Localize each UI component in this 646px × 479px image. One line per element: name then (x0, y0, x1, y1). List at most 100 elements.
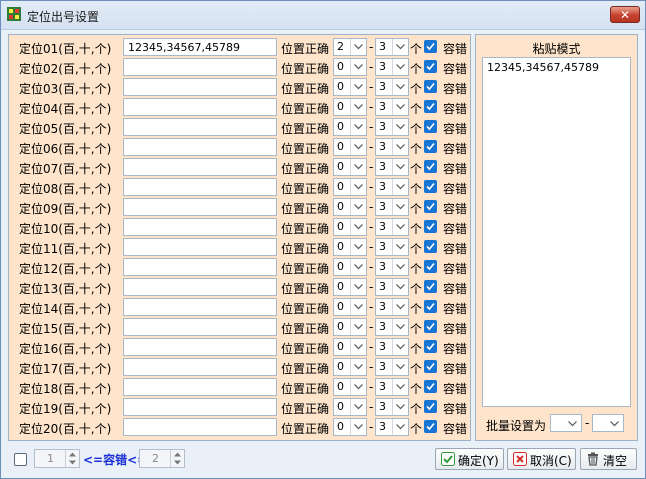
batch-min-select[interactable] (550, 414, 582, 432)
tolerance-checkbox[interactable] (424, 260, 437, 273)
tolerance-checkbox[interactable] (424, 360, 437, 373)
tolerance-max-spinner[interactable]: 2 (139, 449, 185, 468)
max-correct-select[interactable]: 3 (375, 138, 409, 156)
dropdown-arrow[interactable] (350, 399, 366, 415)
tolerance-checkbox[interactable] (424, 240, 437, 253)
clear-button[interactable]: 清空 (580, 448, 637, 470)
ok-button[interactable]: 确定(Y) (435, 448, 504, 470)
dropdown-arrow[interactable] (392, 359, 408, 375)
max-correct-select[interactable]: 3 (375, 178, 409, 196)
min-correct-select[interactable]: 0 (333, 418, 367, 436)
max-correct-select[interactable]: 3 (375, 398, 409, 416)
min-correct-select[interactable]: 0 (333, 198, 367, 216)
position-numbers-input[interactable] (123, 158, 277, 176)
min-correct-select[interactable]: 0 (333, 78, 367, 96)
position-numbers-input[interactable] (123, 238, 277, 256)
dropdown-arrow[interactable] (350, 79, 366, 95)
min-correct-select[interactable]: 0 (333, 58, 367, 76)
position-numbers-input[interactable]: 12345,34567,45789 (123, 38, 277, 56)
tolerance-min-spinner[interactable]: 1 (34, 449, 80, 468)
min-correct-select[interactable]: 0 (333, 158, 367, 176)
tolerance-checkbox[interactable] (424, 400, 437, 413)
max-correct-select[interactable]: 3 (375, 298, 409, 316)
tolerance-checkbox[interactable] (424, 60, 437, 73)
tolerance-checkbox[interactable] (424, 420, 437, 433)
min-correct-select[interactable]: 0 (333, 298, 367, 316)
position-numbers-input[interactable] (123, 118, 277, 136)
position-numbers-input[interactable] (123, 218, 277, 236)
tolerance-checkbox[interactable] (424, 280, 437, 293)
dropdown-arrow[interactable] (350, 319, 366, 335)
dropdown-arrow[interactable] (392, 299, 408, 315)
dropdown-arrow[interactable] (392, 239, 408, 255)
min-correct-select[interactable]: 0 (333, 238, 367, 256)
min-correct-select[interactable]: 0 (333, 278, 367, 296)
tolerance-checkbox[interactable] (424, 380, 437, 393)
batch-max-select[interactable] (592, 414, 624, 432)
max-correct-select[interactable]: 3 (375, 58, 409, 76)
min-correct-select[interactable]: 0 (333, 398, 367, 416)
dropdown-arrow[interactable] (350, 39, 366, 55)
title-bar[interactable]: 定位出号设置 ✕ (1, 1, 645, 30)
min-correct-select[interactable]: 0 (333, 358, 367, 376)
dropdown-arrow[interactable] (350, 279, 366, 295)
dropdown-arrow[interactable] (350, 139, 366, 155)
max-correct-select[interactable]: 3 (375, 238, 409, 256)
position-numbers-input[interactable] (123, 78, 277, 96)
tolerance-checkbox[interactable] (424, 180, 437, 193)
min-correct-select[interactable]: 0 (333, 378, 367, 396)
max-correct-select[interactable]: 3 (375, 218, 409, 236)
dropdown-arrow[interactable] (350, 99, 366, 115)
max-correct-select[interactable]: 3 (375, 78, 409, 96)
dropdown-arrow[interactable] (350, 379, 366, 395)
dropdown-arrow[interactable] (392, 179, 408, 195)
max-correct-select[interactable]: 3 (375, 258, 409, 276)
dropdown-arrow[interactable] (392, 339, 408, 355)
dropdown-arrow[interactable] (350, 339, 366, 355)
dropdown-arrow[interactable] (350, 419, 366, 435)
dropdown-arrow[interactable] (392, 59, 408, 75)
tolerance-checkbox[interactable] (424, 300, 437, 313)
dropdown-arrow[interactable] (350, 299, 366, 315)
min-correct-select[interactable]: 0 (333, 118, 367, 136)
dropdown-arrow[interactable] (392, 219, 408, 235)
min-correct-select[interactable]: 0 (333, 178, 367, 196)
dropdown-arrow[interactable] (350, 219, 366, 235)
dropdown-arrow[interactable] (350, 239, 366, 255)
max-correct-select[interactable]: 3 (375, 358, 409, 376)
max-correct-select[interactable]: 3 (375, 278, 409, 296)
dropdown-arrow[interactable] (392, 199, 408, 215)
position-numbers-input[interactable] (123, 378, 277, 396)
close-button[interactable]: ✕ (610, 6, 640, 23)
max-correct-select[interactable]: 3 (375, 198, 409, 216)
dropdown-arrow[interactable] (350, 179, 366, 195)
max-correct-select[interactable]: 3 (375, 38, 409, 56)
position-numbers-input[interactable] (123, 318, 277, 336)
dropdown-arrow[interactable] (392, 319, 408, 335)
position-numbers-input[interactable] (123, 58, 277, 76)
dropdown-arrow[interactable] (392, 79, 408, 95)
position-numbers-input[interactable] (123, 358, 277, 376)
position-numbers-input[interactable] (123, 98, 277, 116)
position-numbers-input[interactable] (123, 178, 277, 196)
max-correct-select[interactable]: 3 (375, 418, 409, 436)
dropdown-arrow[interactable] (392, 259, 408, 275)
dropdown-arrow[interactable] (392, 39, 408, 55)
dropdown-arrow[interactable] (392, 399, 408, 415)
paste-textarea[interactable]: 12345,34567,45789 (482, 57, 631, 407)
max-correct-select[interactable]: 3 (375, 378, 409, 396)
dropdown-arrow[interactable] (392, 99, 408, 115)
tolerance-range-checkbox[interactable] (14, 453, 27, 466)
min-correct-select[interactable]: 0 (333, 98, 367, 116)
dropdown-arrow[interactable] (350, 119, 366, 135)
tolerance-checkbox[interactable] (424, 120, 437, 133)
min-correct-select[interactable]: 0 (333, 218, 367, 236)
tolerance-checkbox[interactable] (424, 100, 437, 113)
position-numbers-input[interactable] (123, 198, 277, 216)
tolerance-checkbox[interactable] (424, 200, 437, 213)
max-correct-select[interactable]: 3 (375, 338, 409, 356)
min-correct-select[interactable]: 2 (333, 38, 367, 56)
dropdown-arrow[interactable] (350, 59, 366, 75)
cancel-button[interactable]: 取消(C) (507, 448, 576, 470)
tolerance-checkbox[interactable] (424, 160, 437, 173)
